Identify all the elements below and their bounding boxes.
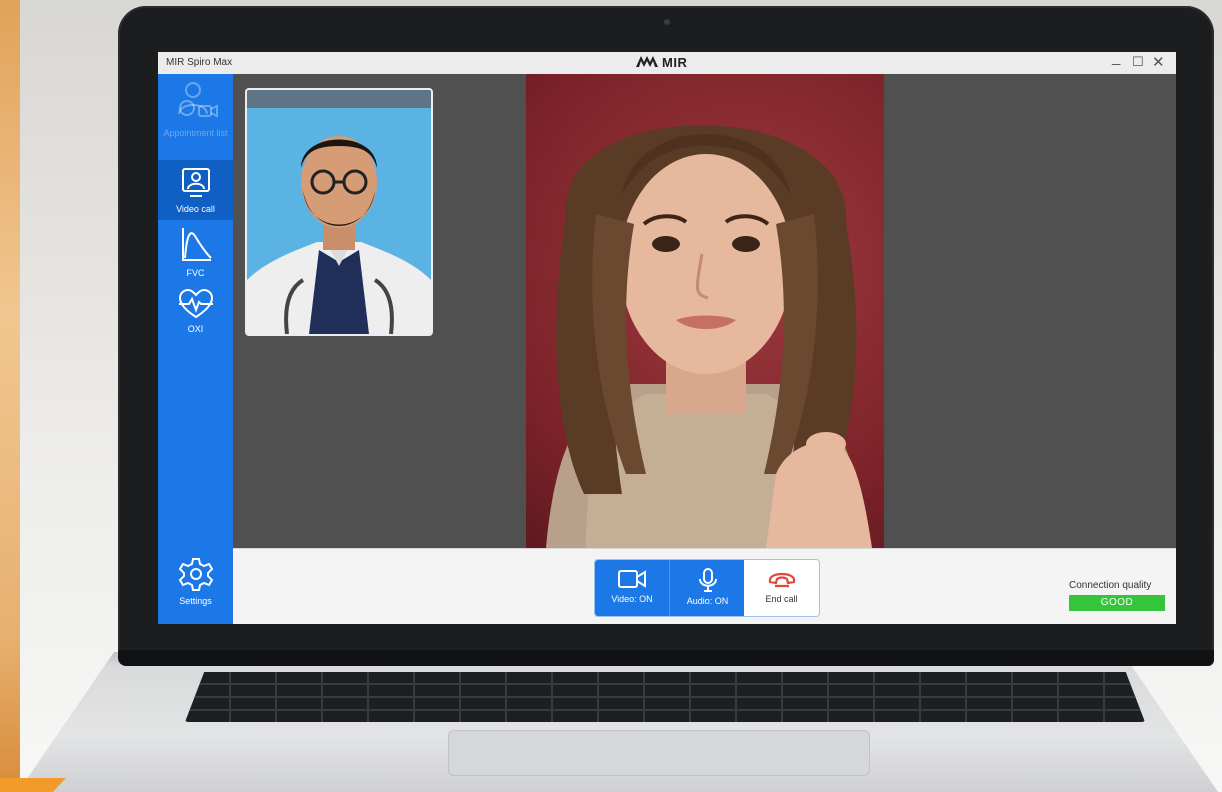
gear-icon <box>158 556 233 594</box>
maximize-icon[interactable]: ☐ <box>1132 54 1144 70</box>
sidebar-item-label: Video call <box>176 204 215 214</box>
sidebar: Appointment list Video call FVC OXI Sett… <box>158 74 233 624</box>
appointment-list-icon <box>158 80 233 126</box>
call-control-bar: Video: ON Audio: ON End call Connection … <box>233 548 1176 624</box>
laptop-camera <box>664 19 670 25</box>
end-call-button[interactable]: End call <box>744 560 819 616</box>
sidebar-item-oxi[interactable]: OXI <box>158 288 233 348</box>
sidebar-item-appointment-list[interactable]: Appointment list <box>158 80 233 158</box>
video-camera-icon <box>595 568 669 592</box>
patient-video-feed <box>546 125 872 548</box>
connection-quality-badge: GOOD <box>1069 595 1165 611</box>
app-title: MIR Spiro Max <box>166 57 233 68</box>
close-icon[interactable]: ✕ <box>1152 53 1165 71</box>
video-call-icon <box>158 160 233 202</box>
background-left-edge <box>0 0 20 792</box>
sidebar-item-label: FVC <box>186 268 205 278</box>
brand-logo: MIR <box>636 55 687 70</box>
sidebar-item-settings[interactable]: Settings <box>158 556 233 618</box>
microphone-icon <box>670 568 745 594</box>
self-video-view[interactable] <box>245 88 433 336</box>
heart-pulse-icon <box>158 288 233 322</box>
audio-toggle-label: Audio: ON <box>686 596 729 606</box>
sidebar-item-video-call[interactable]: Video call <box>158 160 233 220</box>
video-toggle-button[interactable]: Video: ON <box>595 560 669 616</box>
doctor-video-feed <box>247 108 431 334</box>
connection-quality-label: Connection quality <box>1069 580 1152 591</box>
mir-logo-icon <box>636 56 658 70</box>
call-controls-group: Video: ON Audio: ON End call <box>594 559 820 617</box>
video-toggle-label: Video: ON <box>611 594 653 604</box>
laptop-trackpad <box>448 730 870 776</box>
sidebar-item-label: Appointment list <box>163 128 228 138</box>
laptop-hinge <box>118 650 1214 666</box>
audio-toggle-button[interactable]: Audio: ON <box>669 560 745 616</box>
title-bar: MIR Spiro Max MIR _ ☐ ✕ <box>158 52 1176 75</box>
fvc-curve-icon <box>158 226 233 266</box>
keyboard-rows <box>185 672 1145 722</box>
minimize-icon[interactable]: _ <box>1112 52 1120 66</box>
sidebar-item-label: OXI <box>187 324 204 334</box>
remote-video-view <box>526 74 884 548</box>
sidebar-item-fvc[interactable]: FVC <box>158 226 233 286</box>
sidebar-item-label: Settings <box>179 596 212 606</box>
hang-up-phone-icon <box>744 568 819 592</box>
end-call-label: End call <box>765 594 798 604</box>
app-window: MIR Spiro Max MIR _ ☐ ✕ Appointment list <box>158 52 1176 624</box>
video-area <box>233 74 1176 548</box>
brand-name: MIR <box>662 55 688 70</box>
